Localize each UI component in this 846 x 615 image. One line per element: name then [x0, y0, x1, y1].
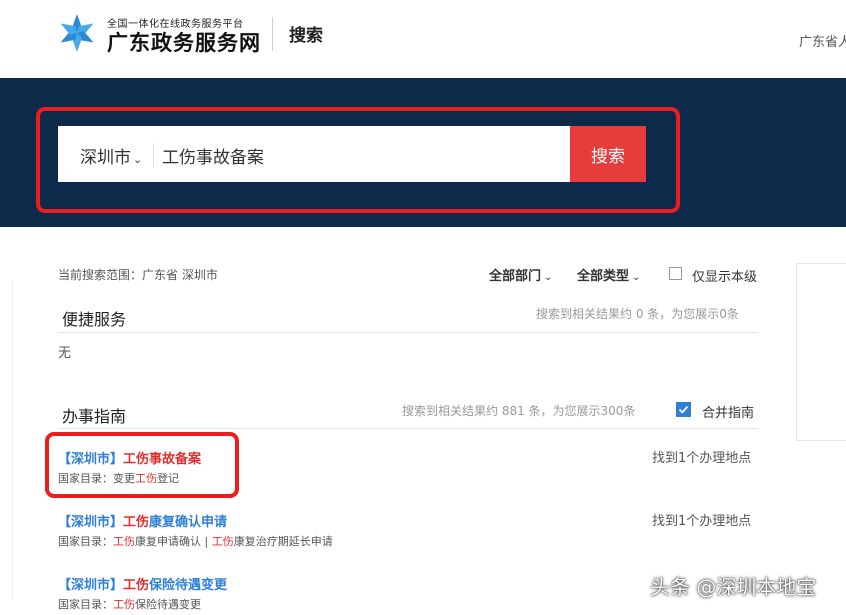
type-filter-label: 全部类型 [577, 269, 630, 284]
guide-item-category: 国家目录：工伤保险待遇变更 [58, 596, 201, 612]
watermark: 头条 @深圳本地宝 [650, 575, 817, 599]
nav-search-link[interactable]: 搜索 [289, 21, 323, 46]
merge-guide-checkbox[interactable] [676, 402, 691, 417]
merge-guide-label[interactable]: 合并指南 [702, 402, 754, 421]
category-prefix: 国家目录： [58, 535, 113, 548]
category-part: 康复申请确认 | [135, 535, 212, 548]
chevron-down-icon: ⌄ [544, 272, 553, 283]
item-keyword: 工伤 [123, 515, 150, 530]
section-divider [58, 428, 758, 429]
item-keyword: 工伤 [123, 578, 150, 593]
header-region-link[interactable]: 广东省人 [799, 31, 846, 50]
category-keyword: 工伤 [113, 535, 135, 548]
highlight-frame-item [45, 432, 239, 498]
left-border [12, 280, 13, 600]
logo-title[interactable]: 广东政务服务网 [107, 27, 261, 57]
guide-title: 办事指南 [62, 407, 127, 426]
side-panel [796, 263, 846, 441]
category-keyword: 工伤 [113, 598, 135, 611]
category-keyword: 工伤 [211, 535, 234, 548]
guide-item-title[interactable]: 【深圳市】工伤康复确认申请 [58, 511, 227, 530]
local-only-checkbox[interactable] [669, 267, 682, 280]
header-divider [272, 17, 273, 51]
category-part: 康复治疗期延长申请 [233, 535, 333, 548]
department-filter-label: 全部部门 [489, 269, 542, 284]
logo-icon[interactable] [57, 13, 97, 53]
search-scope: 当前搜索范围：广东省 深圳市 [58, 268, 218, 282]
local-only-label[interactable]: 仅显示本级 [692, 266, 757, 285]
guide-item-category: 国家目录：工伤康复申请确认 | 工伤康复治疗期延长申请 [58, 533, 333, 549]
item-name: 康复确认申请 [149, 515, 228, 530]
category-prefix: 国家目录： [58, 598, 113, 611]
quick-services-empty: 无 [58, 346, 72, 361]
chevron-down-icon: ⌄ [632, 272, 641, 283]
highlight-frame-search [36, 107, 680, 213]
guide-item-title[interactable]: 【深圳市】工伤保险待遇变更 [58, 574, 227, 593]
item-region: 【深圳市】 [58, 578, 124, 593]
quick-services-count: 搜索到相关结果约 0 条，为您展示0条 [536, 307, 739, 321]
department-filter[interactable]: 全部部门 ⌄ [489, 265, 552, 284]
guide-item-locations[interactable]: 找到1个办理地点 [652, 510, 751, 529]
guide-item-locations[interactable]: 找到1个办理地点 [652, 447, 751, 466]
item-name: 保险待遇变更 [149, 578, 228, 593]
category-part: 保险待遇变更 [135, 598, 201, 611]
guide-count: 搜索到相关结果约 881 条，为您展示300条 [402, 404, 636, 418]
type-filter[interactable]: 全部类型 ⌄ [577, 265, 640, 284]
item-region: 【深圳市】 [58, 515, 124, 530]
section-divider [58, 332, 758, 333]
quick-services-title: 便捷服务 [62, 310, 127, 329]
checkmark-icon [678, 405, 689, 414]
